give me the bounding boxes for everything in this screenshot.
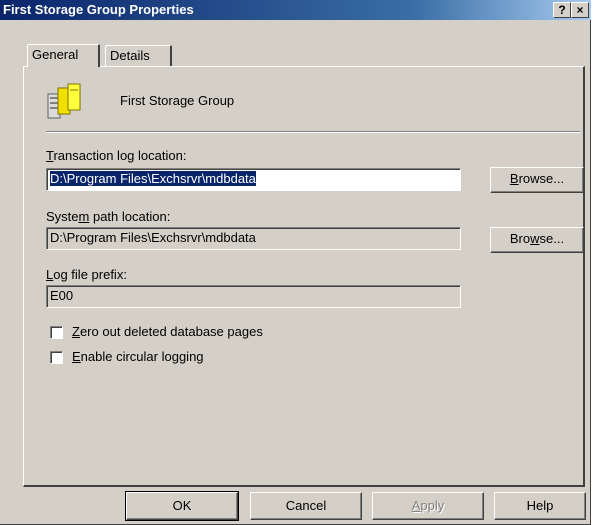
window-title: First Storage Group Properties [3, 2, 194, 17]
transaction-log-label: Transaction log location: [46, 148, 187, 163]
storage-group-icon [47, 83, 81, 119]
system-path-value: D:\Program Files\Exchsrvr\mdbdata [50, 230, 256, 245]
circular-logging-label[interactable]: Enable circular logging [72, 349, 204, 364]
browse-transaction-log-button[interactable]: Browse... [490, 167, 584, 193]
cancel-button[interactable]: Cancel [250, 492, 362, 520]
system-path-field[interactable]: D:\Program Files\Exchsrvr\mdbdata [46, 227, 461, 250]
close-title-button[interactable]: × [571, 2, 589, 18]
tab-general-label: General [32, 47, 79, 62]
tab-details-label: Details [110, 48, 150, 63]
title-bar[interactable]: First Storage Group Properties ? × [0, 0, 591, 20]
browse-system-path-button[interactable]: Browse... [490, 227, 584, 253]
storage-group-name: First Storage Group [120, 93, 235, 108]
zero-out-label[interactable]: Zero out deleted database pages [72, 324, 263, 339]
log-prefix-value: E00 [50, 288, 74, 303]
circular-logging-checkbox[interactable] [50, 351, 63, 364]
properties-dialog: First Storage Group Properties ? × Gener… [0, 0, 591, 525]
help-title-button[interactable]: ? [553, 2, 571, 18]
system-path-label: System path location: [46, 209, 171, 224]
help-button[interactable]: Help [494, 492, 586, 520]
zero-out-checkbox[interactable] [50, 326, 63, 339]
log-prefix-label: Log file prefix: [46, 267, 127, 282]
ok-button[interactable]: OK [125, 491, 239, 521]
transaction-log-value: D:\Program Files\Exchsrvr\mdbdata [50, 171, 256, 186]
log-prefix-field[interactable]: E00 [46, 285, 461, 308]
apply-button[interactable]: Apply [372, 492, 484, 520]
tab-general[interactable]: General [27, 44, 100, 67]
transaction-log-field[interactable]: D:\Program Files\Exchsrvr\mdbdata [46, 168, 461, 191]
separator [46, 131, 580, 133]
tab-details[interactable]: Details [105, 45, 172, 67]
